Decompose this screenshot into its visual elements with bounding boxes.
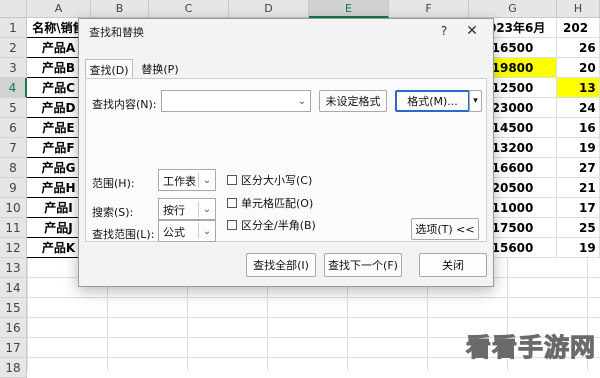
row-header-3[interactable]: 3 [0, 58, 27, 78]
row-header-4[interactable]: 4 [0, 78, 27, 98]
row-header-7[interactable]: 7 [0, 138, 27, 158]
column-header-f[interactable]: F [389, 0, 469, 18]
column-header-a[interactable]: A [27, 0, 91, 18]
row-header-11[interactable]: 11 [0, 218, 27, 238]
row-header-2[interactable]: 2 [0, 38, 27, 58]
format-dropdown-icon[interactable]: ▾ [469, 90, 482, 112]
column-header-b[interactable]: B [91, 0, 149, 18]
match-entire-cell-checkbox[interactable]: 单元格匹配(O) [227, 195, 313, 211]
cell-h2[interactable]: 26 [557, 38, 600, 58]
within-label: 范围(H): [92, 177, 135, 190]
chevron-down-icon: ⌄ [202, 203, 212, 215]
cell-h6[interactable]: 16 [557, 118, 600, 138]
format-button[interactable]: 格式(M)... [395, 90, 470, 112]
look-in-value: 公式 [163, 226, 185, 239]
find-all-button[interactable]: 查找全部(I) [246, 253, 316, 277]
column-header-c[interactable]: C [149, 0, 229, 18]
watermark: 看看手游网 [465, 328, 597, 364]
row-header-14[interactable]: 14 [0, 278, 27, 298]
chevron-down-icon: ⌄ [202, 174, 212, 186]
column-header-g[interactable]: G [469, 0, 557, 18]
column-header-e[interactable]: E [309, 0, 389, 18]
column-header-d[interactable]: D [229, 0, 309, 18]
tab-replace[interactable]: 替换(P) [137, 59, 183, 78]
match-entire-cell-label: 单元格匹配(O) [241, 197, 314, 210]
row-header-12[interactable]: 12 [0, 238, 27, 258]
row-header-15[interactable]: 15 [0, 298, 27, 318]
checkbox-box [227, 175, 237, 185]
row-header-17[interactable]: 17 [0, 338, 27, 358]
match-case-label: 区分大小写(C) [241, 174, 313, 187]
close-button[interactable]: 关闭 [419, 253, 487, 277]
search-order-value: 按行 [163, 204, 185, 217]
row-header-13[interactable]: 13 [0, 258, 27, 278]
look-in-select[interactable]: 公式 ⌄ [158, 220, 216, 242]
help-icon[interactable]: ? [435, 22, 453, 40]
cell-h8[interactable]: 27 [557, 158, 600, 178]
cell-h12[interactable]: 19 [557, 238, 600, 258]
row-header-18[interactable]: 18 [0, 358, 27, 378]
within-value: 工作表 [163, 175, 196, 188]
tab-find[interactable]: 查找(D) [85, 59, 133, 79]
column-header-h[interactable]: H [557, 0, 600, 18]
find-what-input[interactable]: ⌄ [161, 90, 311, 112]
watermark-text: 看看手游网 [465, 333, 597, 363]
row-header-8[interactable]: 8 [0, 158, 27, 178]
match-byte-width-label: 区分全/半角(B) [241, 219, 316, 232]
row-header-16[interactable]: 16 [0, 318, 27, 338]
cell-h4[interactable]: 13 [557, 78, 600, 98]
row-header-1[interactable]: 1 [0, 18, 27, 38]
find-panel: 查找内容(N): ⌄ 未设定格式 格式(M)... ▾ 范围(H): 工作表 ⌄… [85, 78, 487, 242]
cell-h11[interactable]: 25 [557, 218, 600, 238]
cell-h9[interactable]: 21 [557, 178, 600, 198]
match-case-checkbox[interactable]: 区分大小写(C) [227, 172, 312, 188]
match-byte-width-checkbox[interactable]: 区分全/半角(B) [227, 217, 316, 233]
search-order-label: 搜索(S): [92, 206, 134, 219]
dialog-titlebar[interactable]: 查找和替换 ? ✕ [79, 19, 493, 43]
find-history-dropdown-icon[interactable]: ⌄ [294, 91, 310, 111]
no-format-set-button[interactable]: 未设定格式 [319, 90, 387, 112]
cell-h3[interactable]: 20 [557, 58, 600, 78]
cell-h1[interactable]: 202 [557, 18, 600, 38]
row-header-6[interactable]: 6 [0, 118, 27, 138]
cell-h5[interactable]: 24 [557, 98, 600, 118]
checkbox-box [227, 220, 237, 230]
within-select[interactable]: 工作表 ⌄ [158, 169, 216, 191]
find-next-button[interactable]: 查找下一个(F) [324, 253, 402, 277]
options-button[interactable]: 选项(T) << [411, 218, 479, 240]
look-in-label: 查找范围(L): [92, 228, 155, 241]
checkbox-box [227, 198, 237, 208]
row-header-10[interactable]: 10 [0, 198, 27, 218]
select-all-corner[interactable] [0, 0, 27, 18]
row-header-5[interactable]: 5 [0, 98, 27, 118]
find-replace-dialog: 查找和替换 ? ✕ 查找(D) 替换(P) 查找内容(N): ⌄ 未设定格式 格… [78, 18, 494, 287]
close-icon[interactable]: ✕ [463, 22, 481, 40]
find-what-label: 查找内容(N): [92, 98, 157, 111]
dialog-title: 查找和替换 [89, 26, 144, 39]
row-header-9[interactable]: 9 [0, 178, 27, 198]
search-order-select[interactable]: 按行 ⌄ [158, 198, 216, 220]
cell-h10[interactable]: 17 [557, 198, 600, 218]
chevron-down-icon: ⌄ [202, 225, 212, 237]
cell-h7[interactable]: 19 [557, 138, 600, 158]
